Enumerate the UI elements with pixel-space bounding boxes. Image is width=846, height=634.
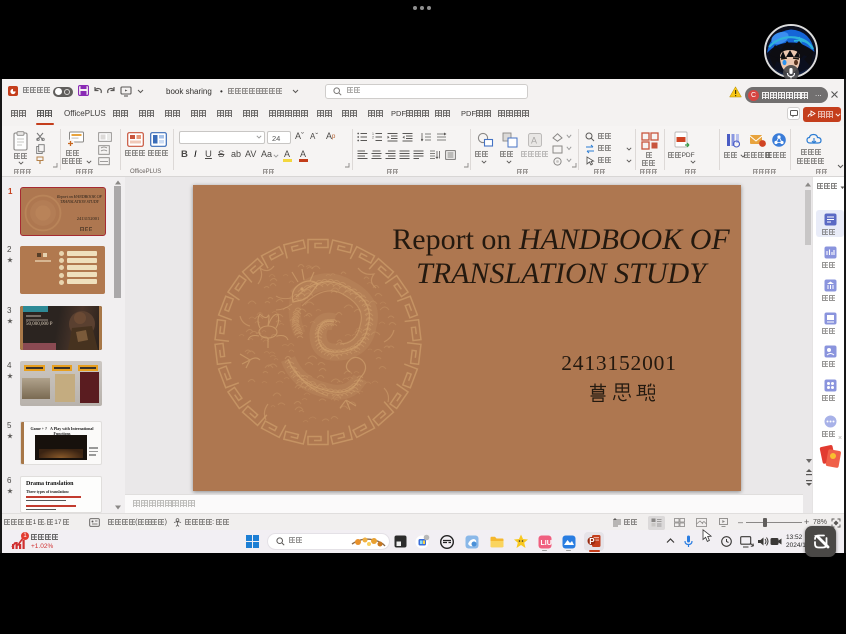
svg-text:P: P	[589, 537, 595, 546]
svg-text:A: A	[531, 136, 537, 146]
svg-text:LIU: LIU	[541, 540, 552, 547]
svg-text:2: 2	[372, 136, 374, 140]
